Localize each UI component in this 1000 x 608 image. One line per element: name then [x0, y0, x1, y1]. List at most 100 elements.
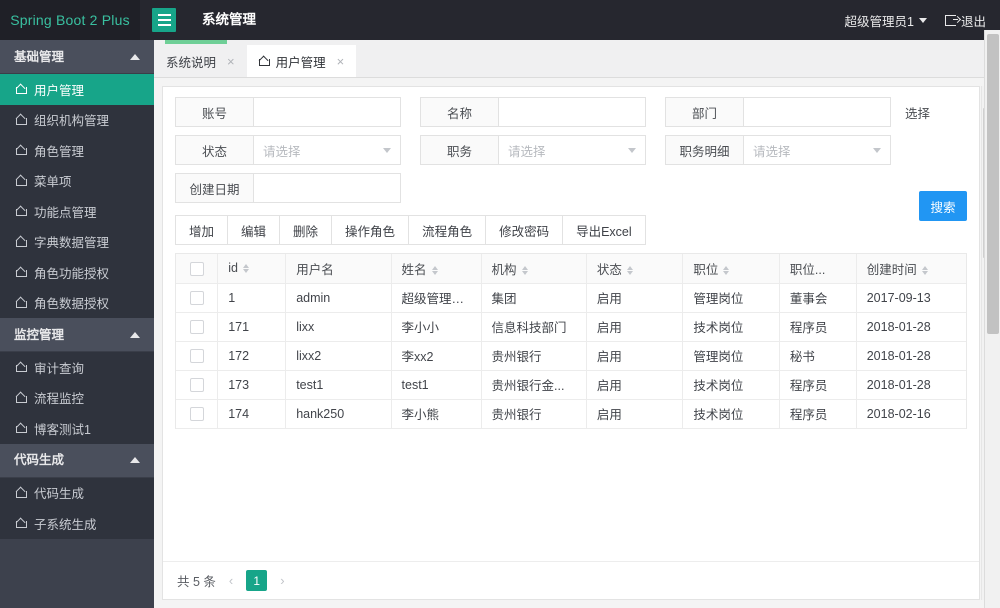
status-select[interactable]: 请选择 — [254, 136, 400, 164]
sort-icon[interactable] — [723, 265, 730, 275]
tab-close-icon[interactable]: × — [227, 54, 235, 69]
sidebar-item-2-1[interactable]: 子系统生成 — [0, 508, 154, 539]
sort-icon[interactable] — [242, 264, 249, 274]
table-header-cell-4[interactable]: 机构 — [481, 254, 587, 284]
table-cell-created: 2018-01-28 — [856, 370, 966, 400]
sidebar-group-1[interactable]: 监控管理 — [0, 318, 154, 352]
table-cell-name: 李xx2 — [391, 341, 482, 371]
table-cell-status: 启用 — [586, 370, 684, 400]
sidebar-item-1-1[interactable]: 流程监控 — [0, 383, 154, 414]
search-button[interactable]: 搜索 — [919, 191, 967, 221]
table-header-cell-3[interactable]: 姓名 — [391, 254, 482, 284]
table-row[interactable]: 174 hank250 李小熊 贵州银行 启用 技术岗位 程序员 2018-02-16 — [176, 399, 966, 429]
sidebar: 基础管理 用户管理 组织机构管理 角色管理 菜单项 功能点管理 字典数据管理角色功能授权角色… — [0, 40, 154, 608]
table-cell-username: test1 — [285, 370, 392, 400]
select-all-checkbox[interactable] — [189, 261, 204, 276]
chevron-up-icon — [130, 53, 140, 60]
row-checkbox[interactable] — [189, 348, 204, 363]
toolbar-button-2[interactable]: 删除 — [279, 215, 332, 245]
sidebar-item-2-0[interactable]: 代码生成 — [0, 478, 154, 509]
tab-close-icon[interactable]: × — [337, 54, 345, 69]
department-input[interactable] — [744, 98, 890, 126]
sidebar-item-0-4[interactable]: 功能点管理 — [0, 196, 154, 227]
name-input[interactable] — [499, 98, 645, 126]
sidebar-group-items-2: 代码生成 子系统生成 — [0, 477, 154, 539]
toolbar-button-0[interactable]: 增加 — [175, 215, 228, 245]
table-header-cell-6[interactable]: 职位 — [682, 254, 780, 284]
hamburger-icon[interactable] — [152, 8, 176, 32]
status-select-value: 请选择 — [263, 144, 301, 159]
table-cell-id: 173 — [217, 370, 287, 400]
table-header-cell-5[interactable]: 状态 — [586, 254, 684, 284]
table-cell-status: 启用 — [586, 399, 684, 429]
table-header-cell-8[interactable]: 创建时间 — [856, 254, 966, 284]
brand-logo[interactable]: Spring Boot 2 Plus — [0, 0, 140, 40]
select-department-link[interactable]: 选择 — [905, 103, 930, 122]
sort-icon[interactable] — [431, 265, 438, 275]
account-input[interactable] — [254, 98, 400, 126]
table-cell-name: 李小熊 — [391, 399, 482, 429]
table-row[interactable]: 171 lixx 李小小 信息科技部门 启用 技术岗位 程序员 2018-01-28 — [176, 312, 966, 342]
browser-scrollbar-thumb[interactable] — [987, 34, 999, 334]
row-checkbox[interactable] — [189, 406, 204, 421]
row-checkbox[interactable] — [189, 319, 204, 334]
table-row[interactable]: 172 lixx2 李xx2 贵州银行 启用 管理岗位 秘书 2018-01-28 — [176, 341, 966, 371]
user-menu[interactable]: 超级管理员1 — [845, 11, 927, 30]
user-table-body: 1 admin 超级管理员1 集团 启用 管理岗位 董事会 2017-09-13 171 lixx… — [176, 283, 966, 429]
tab-0[interactable]: 系统说明 × — [154, 45, 247, 77]
form-spacer — [646, 97, 665, 127]
sidebar-item-0-5[interactable]: 字典数据管理 — [0, 227, 154, 258]
table-cell-org: 贵州银行金... — [481, 370, 587, 400]
sidebar-item-0-0[interactable]: 用户管理 — [0, 74, 154, 105]
pagination-prev-button[interactable]: ‹ — [227, 573, 235, 588]
logout-button[interactable]: 退出 — [944, 11, 986, 30]
sidebar-item-0-1[interactable]: 组织机构管理 — [0, 105, 154, 136]
table-cell-position: 管理岗位 — [682, 283, 780, 313]
search-form-row-3: 创建日期 — [175, 173, 967, 203]
sidebar-item-0-2[interactable]: 角色管理 — [0, 135, 154, 166]
toolbar-button-6[interactable]: 导出Excel — [562, 215, 646, 245]
sort-icon[interactable] — [921, 265, 928, 275]
create-date-input[interactable] — [254, 174, 400, 202]
home-icon — [16, 393, 27, 403]
sidebar-item-1-0[interactable]: 审计查询 — [0, 352, 154, 383]
sidebar-item-0-3[interactable]: 菜单项 — [0, 166, 154, 197]
hamburger-bar — [157, 24, 171, 26]
form-spacer — [646, 135, 665, 165]
browser-scrollbar[interactable] — [984, 30, 1000, 608]
sidebar-group-2[interactable]: 代码生成 — [0, 443, 154, 478]
sidebar-item-label: 角色功能授权 — [34, 266, 110, 281]
table-header-label: 职位 — [693, 262, 719, 277]
toolbar-button-1[interactable]: 编辑 — [227, 215, 280, 245]
chevron-up-icon — [130, 457, 140, 463]
job-detail-select[interactable]: 请选择 — [744, 136, 890, 164]
sort-icon[interactable] — [626, 265, 633, 275]
pagination-page-1[interactable]: 1 — [246, 570, 268, 591]
sidebar-item-0-6[interactable]: 角色功能授权 — [0, 257, 154, 288]
field-account-label: 账号 — [176, 98, 254, 126]
sidebar-item-label: 流程监控 — [34, 392, 85, 407]
tab-1[interactable]: 用户管理 × — [246, 45, 357, 77]
field-status: 状态 请选择 — [175, 135, 401, 165]
pagination-next-button[interactable]: › — [278, 573, 286, 588]
table-header-label: 创建时间 — [866, 262, 917, 277]
row-checkbox[interactable] — [189, 290, 204, 305]
table-header-cell-1[interactable]: id — [217, 254, 287, 284]
table-cell-org: 贵州银行 — [481, 399, 587, 429]
toolbar-button-4[interactable]: 流程角色 — [408, 215, 486, 245]
toolbar-button-3[interactable]: 操作角色 — [331, 215, 409, 245]
page-title: 系统管理 — [202, 12, 256, 27]
table-cell-position: 技术岗位 — [682, 399, 780, 429]
row-checkbox[interactable] — [189, 377, 204, 392]
sidebar-item-1-2[interactable]: 博客测试1 — [0, 413, 154, 444]
sidebar-item-0-7[interactable]: 角色数据授权 — [0, 288, 154, 319]
job-select[interactable]: 请选择 — [499, 136, 645, 164]
logout-label: 退出 — [960, 14, 986, 29]
toolbar-button-5[interactable]: 修改密码 — [485, 215, 563, 245]
table-row[interactable]: 1 admin 超级管理员1 集团 启用 管理岗位 董事会 2017-09-13 — [176, 283, 966, 313]
sidebar-group-0[interactable]: 基础管理 — [0, 40, 154, 74]
pagination: 共 5 条 ‹ 1 › — [163, 561, 979, 599]
sort-icon[interactable] — [521, 265, 528, 275]
table-row[interactable]: 173 test1 test1 贵州银行金... 启用 技术岗位 程序员 2018-01-28 — [176, 370, 966, 400]
sidebar-group-label: 监控管理 — [14, 327, 65, 342]
